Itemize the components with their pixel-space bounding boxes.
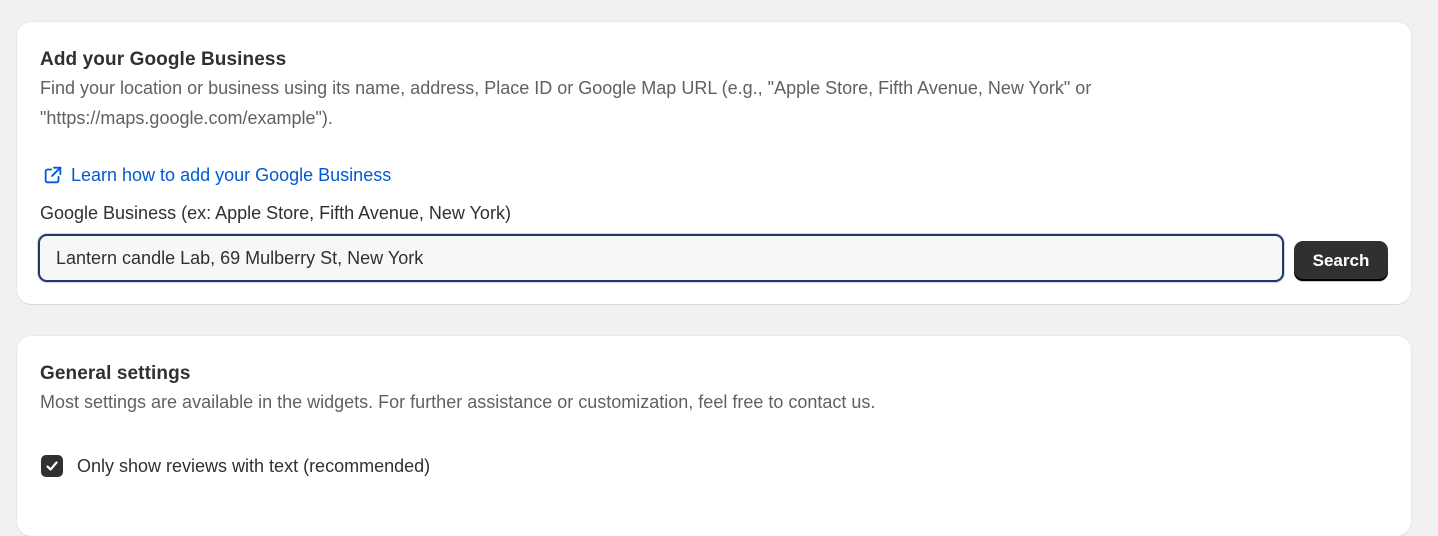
card-title: General settings bbox=[40, 363, 191, 384]
card-description: Most settings are available in the widge… bbox=[40, 392, 876, 412]
google-business-input-wrapper[interactable] bbox=[38, 234, 1284, 282]
search-button[interactable]: Search bbox=[1294, 241, 1388, 281]
only-text-reviews-label: Only show reviews with text (recommended… bbox=[77, 455, 431, 476]
learn-how-link-label: Learn how to add your Google Business bbox=[71, 164, 392, 185]
learn-how-link[interactable]: Learn how to add your Google Business bbox=[42, 164, 391, 186]
google-business-input[interactable] bbox=[56, 247, 1266, 269]
only-text-reviews-checkbox[interactable] bbox=[41, 455, 63, 477]
only-text-reviews-option[interactable]: Only show reviews with text (recommended… bbox=[41, 455, 430, 477]
general-settings-card: General settings Most settings are avail… bbox=[17, 336, 1411, 536]
google-business-card: Add your Google Business Find your locat… bbox=[17, 22, 1411, 304]
external-link-icon bbox=[42, 164, 64, 186]
google-business-field-label: Google Business (ex: Apple Store, Fifth … bbox=[40, 203, 511, 223]
card-description: Find your location or business using its… bbox=[40, 78, 1092, 128]
card-title: Add your Google Business bbox=[40, 49, 287, 70]
checkmark-icon bbox=[44, 458, 60, 474]
